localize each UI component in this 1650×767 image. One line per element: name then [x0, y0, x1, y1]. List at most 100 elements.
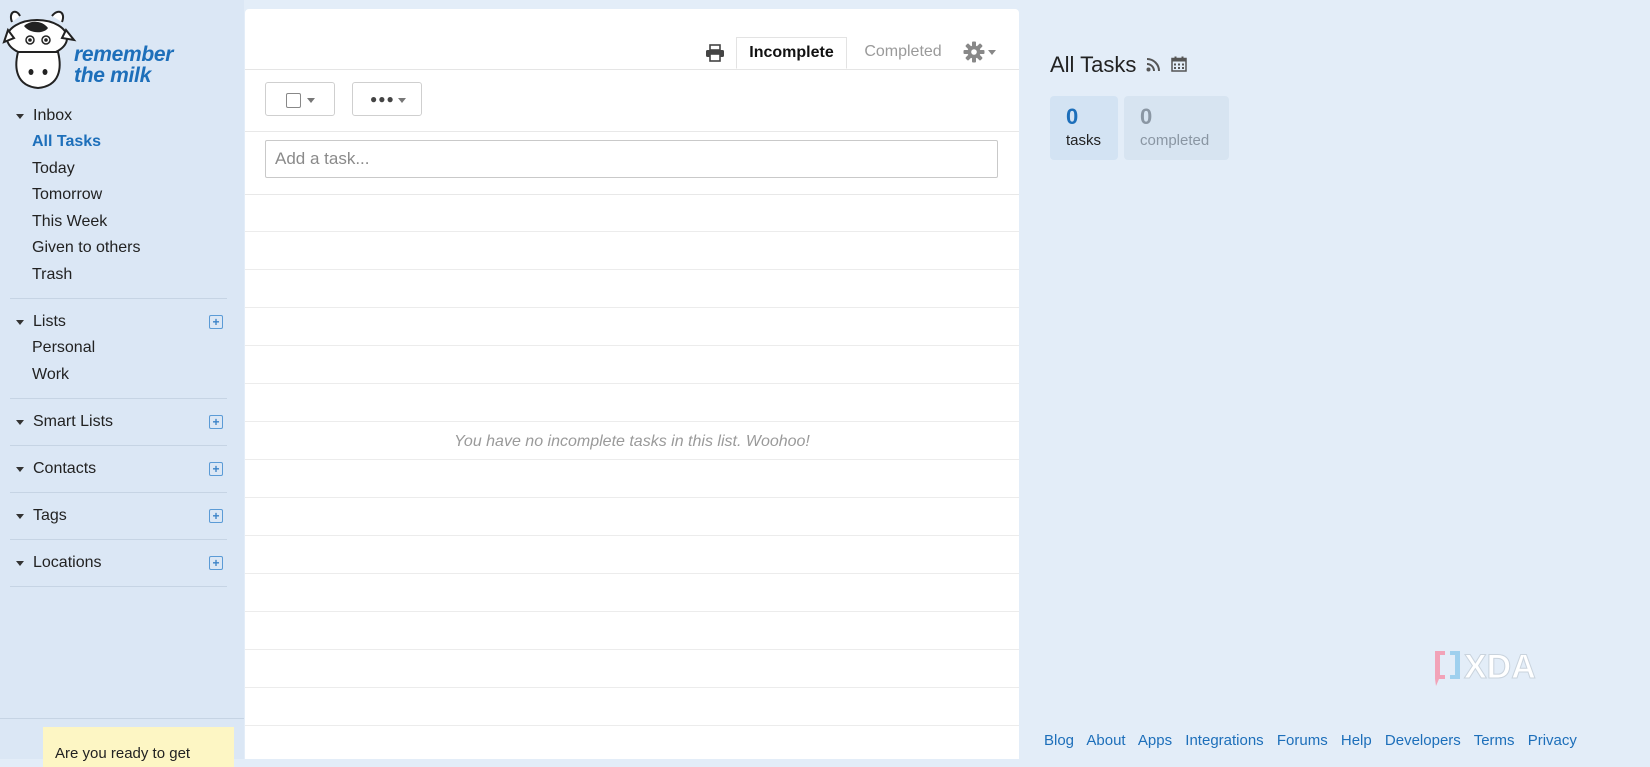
sidebar-item-given-to-others[interactable]: Given to others — [10, 235, 227, 262]
add-location-icon[interactable]: + — [209, 556, 223, 570]
empty-row — [245, 688, 1019, 726]
add-task-row — [245, 132, 1019, 195]
divider — [10, 398, 227, 399]
calendar-icon[interactable] — [1171, 56, 1187, 72]
footer-link-terms[interactable]: Terms — [1474, 732, 1515, 749]
stat-completed-count: 0 — [1140, 104, 1153, 129]
print-icon[interactable] — [705, 44, 725, 62]
chevron-down-icon — [307, 98, 315, 103]
add-contact-icon[interactable]: + — [209, 462, 223, 476]
stat-tasks[interactable]: 0 tasks — [1050, 96, 1118, 160]
section-lists-title: Lists — [33, 313, 66, 330]
caret-down-icon[interactable] — [16, 513, 24, 519]
footer-link-developers[interactable]: Developers — [1385, 732, 1461, 749]
footer-link-integrations[interactable]: Integrations — [1185, 732, 1263, 749]
empty-row — [245, 574, 1019, 612]
list-title: All Tasks — [1050, 52, 1137, 77]
logo-line-1: remember — [74, 43, 174, 66]
add-list-icon[interactable]: + — [209, 315, 223, 329]
section-smart-lists[interactable]: Smart Lists + — [10, 409, 227, 435]
logo-line-2: the milk — [74, 64, 151, 87]
section-tags[interactable]: Tags + — [10, 503, 227, 529]
divider — [0, 718, 244, 719]
footer-link-privacy[interactable]: Privacy — [1528, 732, 1577, 749]
section-locations-title: Locations — [33, 554, 102, 571]
select-tasks-button[interactable] — [265, 82, 335, 116]
caret-down-icon[interactable] — [16, 319, 24, 325]
cow-icon — [2, 10, 77, 90]
tab-bar: Incomplete Completed — [245, 9, 1019, 70]
footer-link-blog[interactable]: Blog — [1044, 732, 1074, 749]
empty-row — [245, 536, 1019, 574]
caret-down-icon[interactable] — [16, 560, 24, 566]
settings-menu[interactable] — [963, 41, 1003, 63]
empty-row — [245, 346, 1019, 384]
watermark-text: XDA — [1464, 648, 1536, 686]
footer-link-help[interactable]: Help — [1341, 732, 1372, 749]
tab-completed[interactable]: Completed — [849, 37, 957, 69]
footer-link-apps[interactable]: Apps — [1138, 732, 1172, 749]
sidebar-item-this-week[interactable]: This Week — [10, 209, 227, 236]
empty-row — [245, 194, 1019, 232]
promo-banner[interactable]: Are you ready to get — [43, 727, 234, 767]
footer-links: Blog About Apps Integrations Forums Help… — [1044, 732, 1586, 749]
tab-incomplete[interactable]: Incomplete — [736, 37, 847, 69]
chevron-down-icon — [988, 50, 996, 55]
empty-row — [245, 460, 1019, 498]
sidebar-item-personal[interactable]: Personal — [10, 335, 227, 362]
logo-wordmark: remember the milk — [74, 44, 173, 86]
section-lists[interactable]: Lists + — [10, 309, 227, 335]
task-list — [245, 194, 1019, 759]
sidebar-nav: Inbox All Tasks Today Tomorrow This Week… — [10, 103, 227, 597]
sidebar: remember the milk Inbox All Tasks Today … — [0, 0, 244, 767]
footer-link-about[interactable]: About — [1086, 732, 1125, 749]
section-contacts[interactable]: Contacts + — [10, 456, 227, 482]
caret-down-icon[interactable] — [16, 419, 24, 425]
section-tags-title: Tags — [33, 507, 67, 524]
sidebar-item-all-tasks[interactable]: All Tasks — [10, 129, 227, 156]
divider — [10, 492, 227, 493]
empty-row — [245, 232, 1019, 270]
divider — [10, 298, 227, 299]
footer-link-forums[interactable]: Forums — [1277, 732, 1328, 749]
chevron-down-icon — [398, 98, 406, 103]
empty-row — [245, 270, 1019, 308]
empty-row — [245, 650, 1019, 688]
stat-completed[interactable]: 0 completed — [1124, 96, 1229, 160]
sidebar-item-tomorrow[interactable]: Tomorrow — [10, 182, 227, 209]
stat-completed-label: completed — [1140, 132, 1210, 149]
app-logo[interactable]: remember the milk — [2, 8, 192, 94]
sidebar-item-today[interactable]: Today — [10, 156, 227, 183]
caret-down-icon[interactable] — [16, 466, 24, 472]
more-actions-button[interactable]: ●●● — [352, 82, 422, 116]
divider — [10, 539, 227, 540]
empty-row — [245, 308, 1019, 346]
section-locations[interactable]: Locations + — [10, 550, 227, 576]
add-task-input[interactable] — [265, 140, 998, 178]
empty-row — [245, 726, 1019, 759]
rss-icon[interactable] — [1146, 58, 1160, 72]
promo-text: Are you ready to get — [55, 745, 191, 762]
task-panel: Incomplete Completed ●●● Add a task... Y… — [245, 9, 1019, 759]
xda-watermark-logo: XDA — [1435, 648, 1536, 687]
more-dots-icon: ●●● — [370, 92, 395, 106]
section-inbox-title: Inbox — [33, 107, 73, 124]
gear-icon[interactable] — [963, 41, 985, 63]
section-inbox[interactable]: Inbox — [10, 103, 227, 129]
caret-down-icon[interactable] — [16, 113, 24, 119]
divider — [10, 586, 227, 587]
stat-tasks-label: tasks — [1066, 132, 1102, 149]
stat-tasks-count: 0 — [1066, 104, 1079, 129]
empty-row — [245, 384, 1019, 422]
empty-row — [245, 498, 1019, 536]
sidebar-item-trash[interactable]: Trash — [10, 262, 227, 289]
add-tag-icon[interactable]: + — [209, 509, 223, 523]
section-smart-lists-title: Smart Lists — [33, 413, 114, 430]
details-panel: All Tasks 0 tasks 0 completed XDA Blog A… — [1019, 0, 1650, 759]
add-smart-list-icon[interactable]: + — [209, 415, 223, 429]
divider — [10, 445, 227, 446]
sidebar-item-work[interactable]: Work — [10, 362, 227, 389]
section-contacts-title: Contacts — [33, 460, 97, 477]
task-toolbar: ●●● — [245, 70, 1019, 132]
empty-state-message: You have no incomplete tasks in this lis… — [454, 433, 810, 450]
